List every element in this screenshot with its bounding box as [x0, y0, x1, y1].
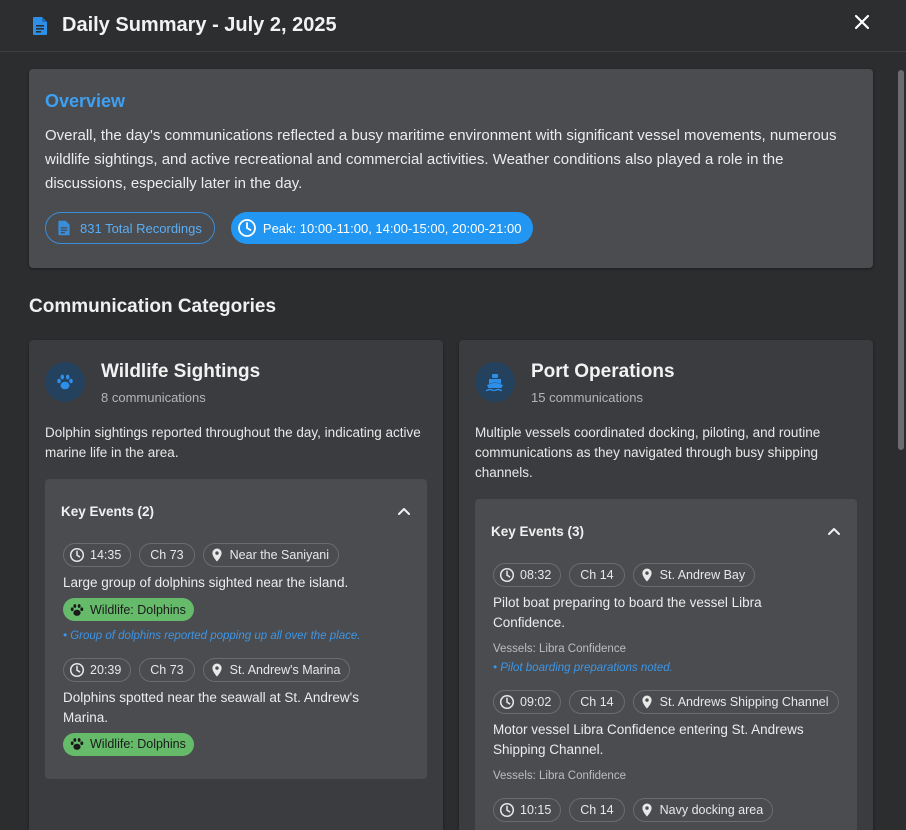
location-pin-icon [209, 662, 225, 678]
event-text: Dolphins spotted near the seawall at St.… [63, 689, 359, 725]
key-events-label: Key Events (3) [491, 523, 585, 539]
overview-text: Overall, the day's communications reflec… [45, 127, 837, 192]
key-events-panel: Key Events (2) 14:35 Ch 73 Near the Sani… [45, 479, 427, 779]
peak-hours-label: Peak: 10:00-11:00, 14:00-15:00, 20:00-21… [262, 220, 522, 236]
location-pin-icon [639, 802, 655, 818]
time-tag: 14:35 [63, 543, 132, 567]
wildlife-tag: Wildlife: Dolphins [63, 598, 194, 621]
paw-icon [69, 602, 85, 618]
category-card-wildlife: Wildlife Sightings 8 communications Dolp… [29, 340, 443, 830]
category-description: Dolphin sightings reported throughout th… [45, 425, 421, 460]
list-item: 10:15 Ch 14 Navy docking area [491, 798, 841, 822]
event-vessels: Vessels: Libra Confidence [493, 643, 626, 655]
event-text: Pilot boat preparing to board the vessel… [493, 595, 762, 630]
location-tag: St. Andrew's Marina [202, 657, 351, 682]
overview-card: Overview Overall, the day's communicatio… [29, 69, 873, 268]
category-count: 15 communications [531, 390, 643, 405]
channel-tag: Ch 14 [569, 798, 625, 822]
key-events-toggle[interactable]: Key Events (3) [491, 499, 841, 563]
dialog-title: Daily Summary - July 2, 2025 [62, 14, 337, 36]
chevron-up-icon [398, 508, 410, 515]
time-tag: 10:15 [493, 798, 562, 822]
event-note: • Group of dolphins reported popping up … [63, 629, 361, 642]
event-text: Large group of dolphins sighted near the… [63, 575, 349, 590]
clock-icon [237, 218, 257, 238]
clock-icon [499, 694, 515, 710]
time-tag: 09:02 [493, 690, 562, 714]
scrollbar[interactable] [896, 70, 906, 830]
event-text: Motor vessel Libra Confidence entering S… [493, 722, 804, 757]
ship-icon [475, 362, 515, 402]
location-pin-icon [639, 694, 655, 710]
category-card-port-operations: Port Operations 15 communications Multip… [459, 340, 873, 830]
location-tag: Navy docking area [632, 798, 774, 822]
document-icon [30, 16, 50, 36]
overview-heading: Overview [45, 91, 126, 111]
key-events-label: Key Events (2) [61, 503, 155, 519]
dialog-content[interactable]: Overview Overall, the day's communicatio… [0, 52, 894, 830]
channel-tag: Ch 14 [569, 690, 625, 714]
channel-tag: Ch 73 [139, 543, 195, 567]
category-count: 8 communications [101, 390, 206, 405]
categories-heading: Communication Categories [29, 296, 277, 317]
paw-icon [69, 736, 85, 752]
key-events-toggle[interactable]: Key Events (2) [61, 479, 411, 543]
clock-icon [69, 662, 85, 678]
category-title: Port Operations [531, 361, 675, 382]
clock-icon [499, 567, 515, 583]
close-icon [854, 14, 870, 30]
event-note: • Pilot boarding preparations noted. [493, 662, 673, 674]
location-pin-icon [639, 567, 655, 583]
time-tag: 20:39 [63, 657, 132, 682]
list-item: 08:32 Ch 14 St. Andrew Bay Pilot boat pr… [491, 563, 841, 674]
location-tag: Near the Saniyani [202, 543, 340, 567]
channel-tag: Ch 73 [139, 657, 195, 682]
document-icon [54, 218, 74, 238]
list-item: 20:39 Ch 73 St. Andrew's Marina Dolphins… [61, 657, 411, 758]
category-title: Wildlife Sightings [101, 361, 261, 382]
clock-icon [499, 802, 515, 818]
dialog-header: Daily Summary - July 2, 2025 [0, 0, 906, 52]
time-tag: 08:32 [493, 563, 562, 587]
scrollbar-thumb[interactable] [898, 70, 904, 450]
list-item: 09:02 Ch 14 St. Andrews Shipping Channel… [491, 690, 841, 782]
list-item: 14:35 Ch 73 Near the Saniyani Large grou… [61, 543, 411, 642]
category-description: Multiple vessels coordinated docking, pi… [475, 425, 821, 480]
location-tag: St. Andrew Bay [632, 563, 756, 587]
chevron-up-icon [828, 528, 840, 535]
wildlife-tag: Wildlife: Dolphins [63, 732, 194, 756]
location-pin-icon [209, 547, 225, 563]
event-vessels: Vessels: Libra Confidence [493, 770, 626, 782]
channel-tag: Ch 14 [569, 563, 625, 587]
total-recordings-chip[interactable]: 831 Total Recordings [45, 212, 215, 244]
key-events-panel: Key Events (3) 08:32 Ch 14 St. Andrew Ba… [475, 499, 857, 830]
total-recordings-label: 831 Total Recordings [80, 220, 202, 236]
paw-icon [45, 362, 85, 402]
close-button[interactable] [850, 10, 874, 34]
clock-icon [69, 547, 85, 563]
location-tag: St. Andrews Shipping Channel [632, 690, 839, 714]
peak-hours-chip[interactable]: Peak: 10:00-11:00, 14:00-15:00, 20:00-21… [230, 212, 534, 244]
